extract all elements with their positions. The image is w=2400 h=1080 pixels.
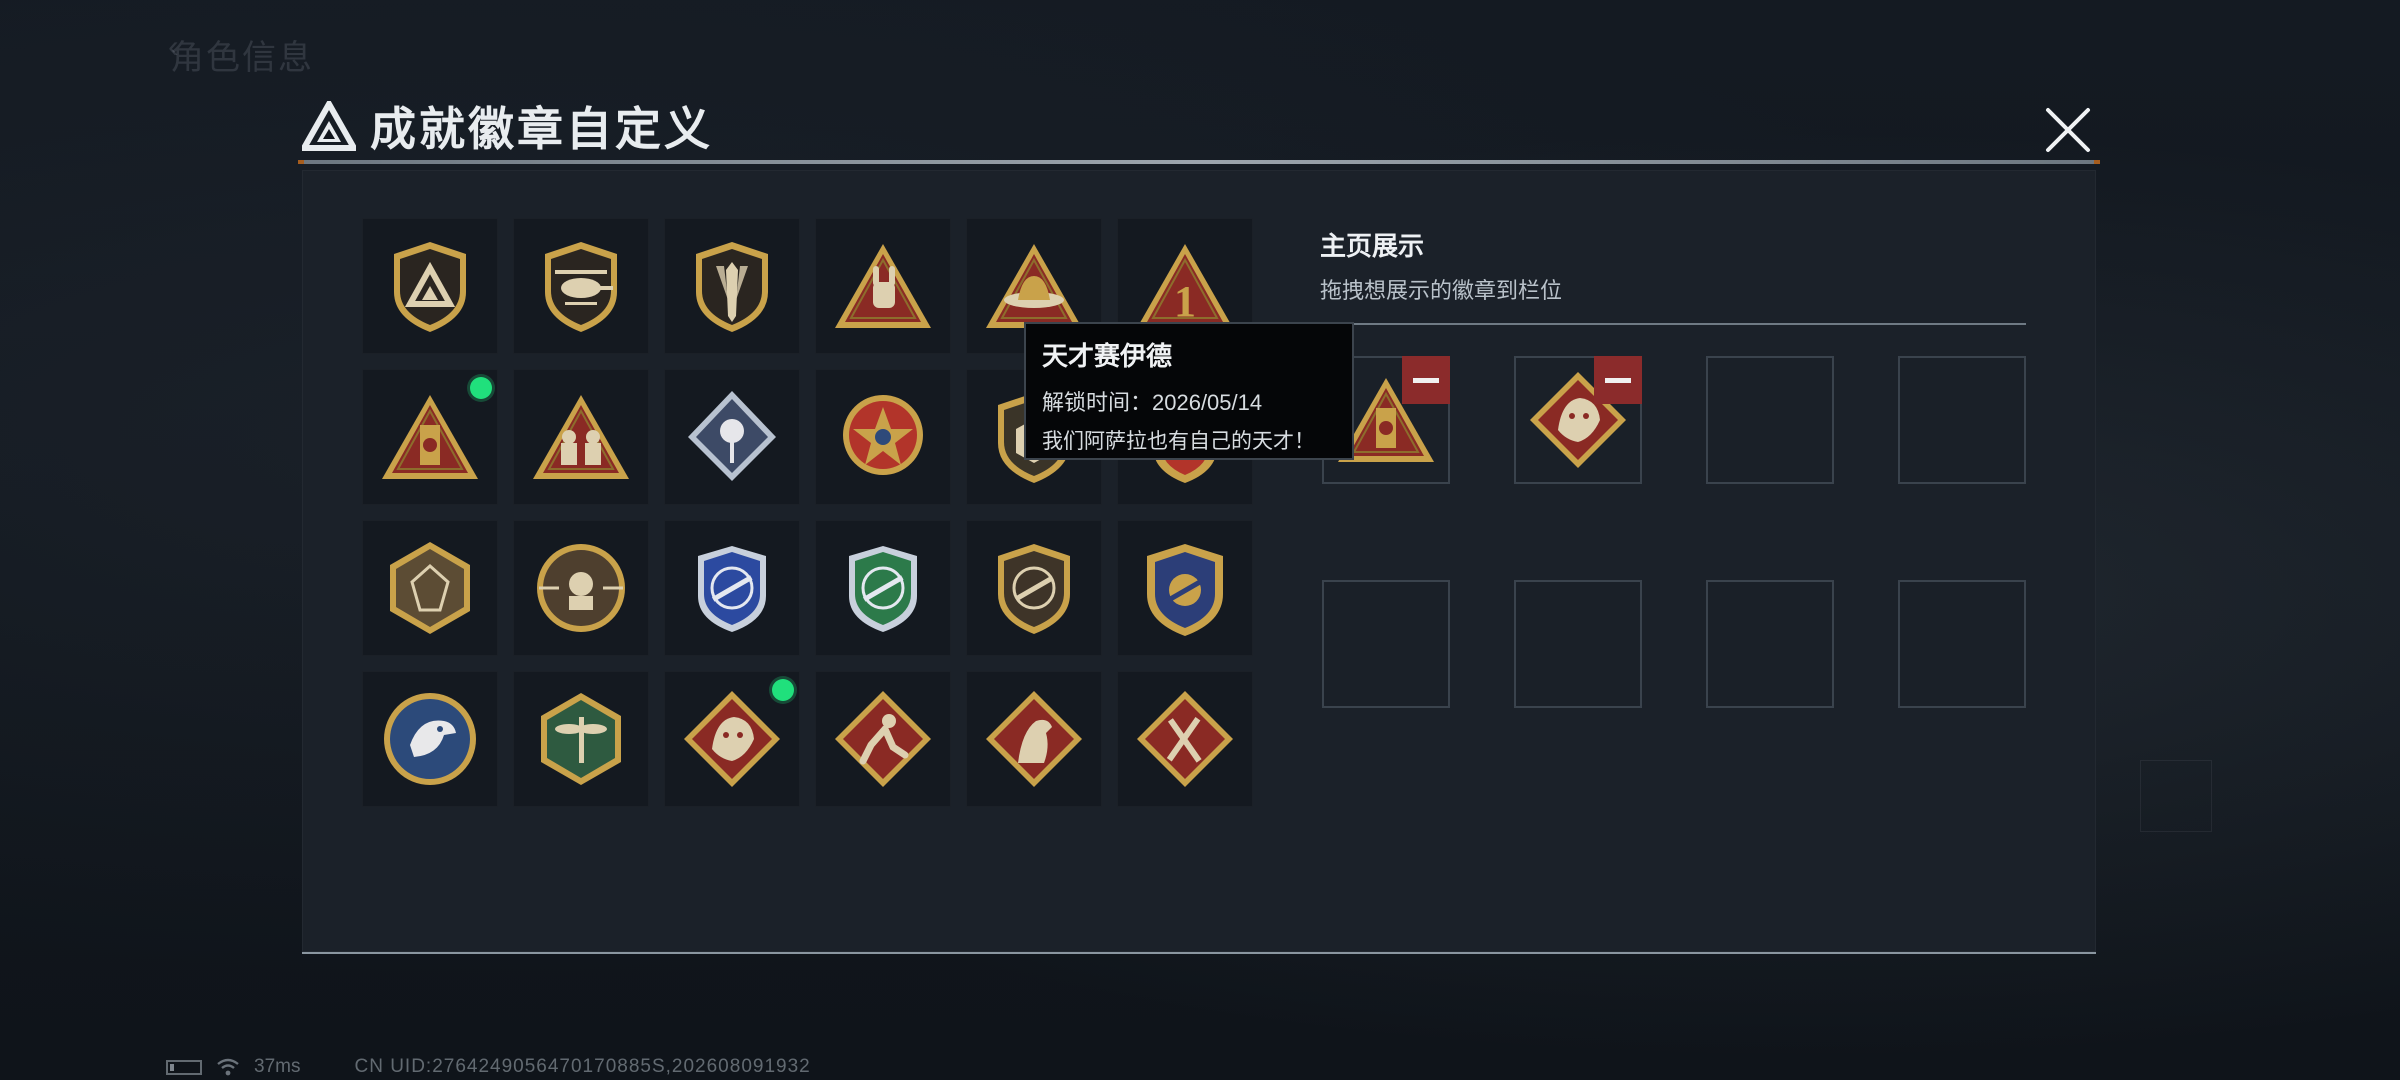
minus-icon [1605,377,1631,383]
minus-icon [1413,377,1439,383]
shield-delta-badge-art [394,242,466,332]
tooltip-description: 我们阿萨拉也有自己的天才！ [1042,430,1315,453]
triangle-soldiers-badge[interactable] [513,369,649,505]
eagle-circle-badge-art [384,693,476,785]
blue-crosshair-rifle-badge-art [698,546,766,632]
tooltip-badge-name: 天才赛伊德 [1042,341,1173,371]
diamond-rose-badge[interactable] [664,369,800,505]
ping-value: 37ms [254,1056,301,1077]
showcase-slot-empty[interactable] [1898,356,2026,484]
showcase-slot-empty[interactable] [1514,580,1642,708]
new-indicator-dot [470,377,492,399]
shield-helicopter-badge[interactable] [513,218,649,354]
eagle-circle-badge[interactable] [362,671,498,807]
circle-scope-face-badge[interactable] [513,520,649,656]
remove-badge-button[interactable] [1402,356,1450,404]
triangle-tower-mask-badge-art [382,395,478,479]
shield-dagger-badge-art [696,242,768,332]
circle-scope-face-badge-art [537,544,625,632]
showcase-section: 主页展示 拖拽想展示的徽章到栏位 [1320,226,2050,325]
triangle-rock-hand-badge[interactable] [815,218,951,354]
battery-icon [166,1059,202,1075]
shield-helicopter-badge-art [545,242,617,332]
diamond-dragon-badge-art [684,691,780,787]
tooltip-unlock-time: 解锁时间：2026/05/14 [1042,390,1263,415]
showcase-slot-empty[interactable] [1898,580,2026,708]
modal-title: 成就徽章自定义 [370,103,713,155]
diamond-tools-badge-art [1137,691,1233,787]
badge-panel: 1 主页展示 拖拽想展示的徽章到栏位 [302,170,2096,954]
delta-triangle-logo-icon [302,101,356,151]
background-page-title: 角色信息 [170,39,314,77]
new-indicator-dot [772,679,794,701]
green-crosshair-rifle-badge[interactable] [815,520,951,656]
diamond-tools-badge[interactable] [1117,671,1253,807]
showcase-slot-empty[interactable] [1322,580,1450,708]
showcase-slot-empty[interactable] [1706,356,1834,484]
showcase-slot-empty[interactable] [1706,580,1834,708]
showcase-divider [1320,323,2026,325]
hexagon-dragonfly-badge-art [541,693,621,785]
showcase-subtitle: 拖拽想展示的徽章到栏位 [1320,278,1563,303]
player-uid: CN UID:2764249056470170885S,202608091932 [354,1056,811,1077]
hexagon-dragonfly-badge[interactable] [513,671,649,807]
blue-gold-rifle-crest-badge[interactable] [1117,520,1253,656]
svg-text:1: 1 [1174,277,1196,326]
status-bar: 37ms CN UID:2764249056470170885S,2026080… [166,1056,811,1078]
brown-rifle-shield-badge-art [998,544,1070,634]
hexagon-gem-badge[interactable] [362,520,498,656]
close-icon[interactable] [2042,104,2094,156]
shield-delta-badge[interactable] [362,218,498,354]
triangle-soldiers-badge-art [533,395,629,479]
badge-tooltip: 天才赛伊德 解锁时间：2026/05/14 我们阿萨拉也有自己的天才！ [1024,322,1354,460]
background-decor-frame [2140,760,2212,832]
triangle-rock-hand-badge-art [835,244,931,328]
diamond-runner-badge-art [835,691,931,787]
remove-badge-button[interactable] [1594,356,1642,404]
star-emblem-badge-art [843,395,923,475]
hexagon-gem-badge-art [390,542,470,634]
star-emblem-badge[interactable] [815,369,951,505]
blue-crosshair-rifle-badge[interactable] [664,520,800,656]
badge-grid: 1 [362,218,1253,807]
diamond-horse-badge[interactable] [966,671,1102,807]
blue-gold-rifle-crest-badge-art [1147,544,1223,636]
header-divider [298,160,2100,164]
showcase-slot-filled[interactable] [1514,356,1642,484]
showcase-title: 主页展示 [1320,231,1425,261]
brown-rifle-shield-badge[interactable] [966,520,1102,656]
wifi-icon [217,1058,239,1076]
modal-header: 成就徽章自定义 [302,96,713,156]
diamond-dragon-badge[interactable] [664,671,800,807]
diamond-rose-badge-art [688,391,776,481]
shield-dagger-badge[interactable] [664,218,800,354]
diamond-runner-badge[interactable] [815,671,951,807]
green-crosshair-rifle-badge-art [849,546,917,632]
triangle-tower-mask-badge[interactable] [362,369,498,505]
diamond-horse-badge-art [986,691,1082,787]
